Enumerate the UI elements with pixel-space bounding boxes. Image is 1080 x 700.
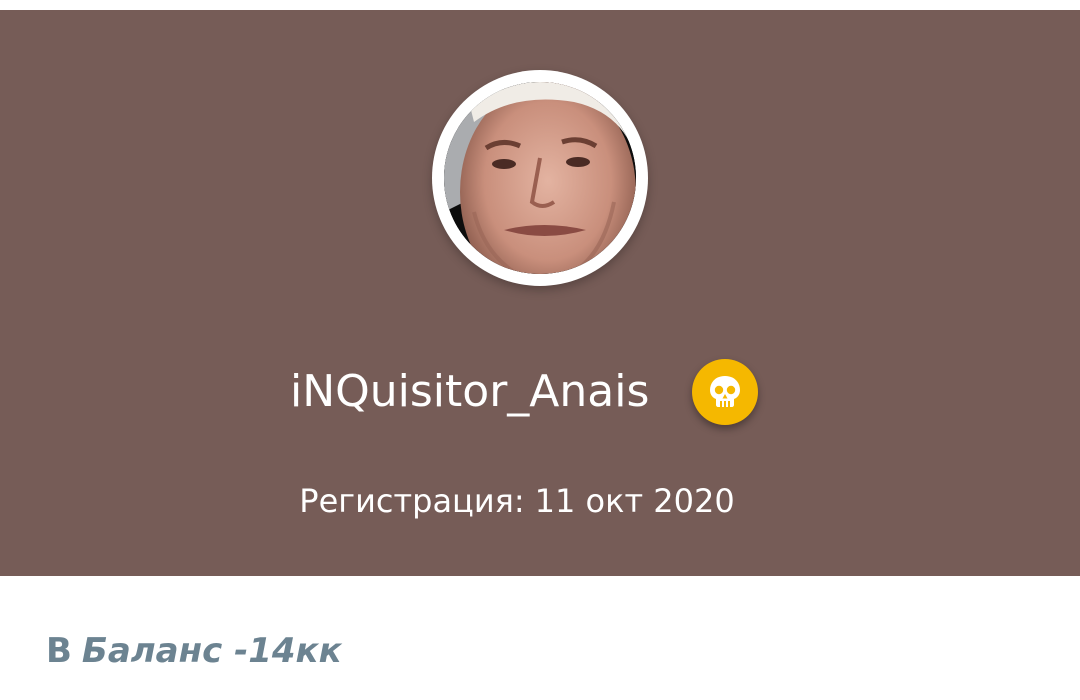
registration-date: 11 окт 2020 xyxy=(534,482,735,520)
status-message: Баланс -14кк xyxy=(81,631,342,671)
top-strip xyxy=(0,0,1080,10)
username: iNQuisitor_Anais xyxy=(290,366,650,417)
registration-label: Регистрация: xyxy=(299,482,525,520)
profile-header: iNQuisitor_Anais Регистрация: 11 окт 2020 xyxy=(0,10,1080,576)
status-prefix: В xyxy=(46,631,72,671)
registration-info: Регистрация: 11 окт 2020 xyxy=(0,478,1034,524)
badge-button[interactable] xyxy=(692,359,758,425)
skull-icon xyxy=(710,376,740,407)
status-text: В Баланс -14кк xyxy=(46,626,342,676)
avatar-image xyxy=(444,82,636,274)
avatar[interactable] xyxy=(432,70,648,286)
